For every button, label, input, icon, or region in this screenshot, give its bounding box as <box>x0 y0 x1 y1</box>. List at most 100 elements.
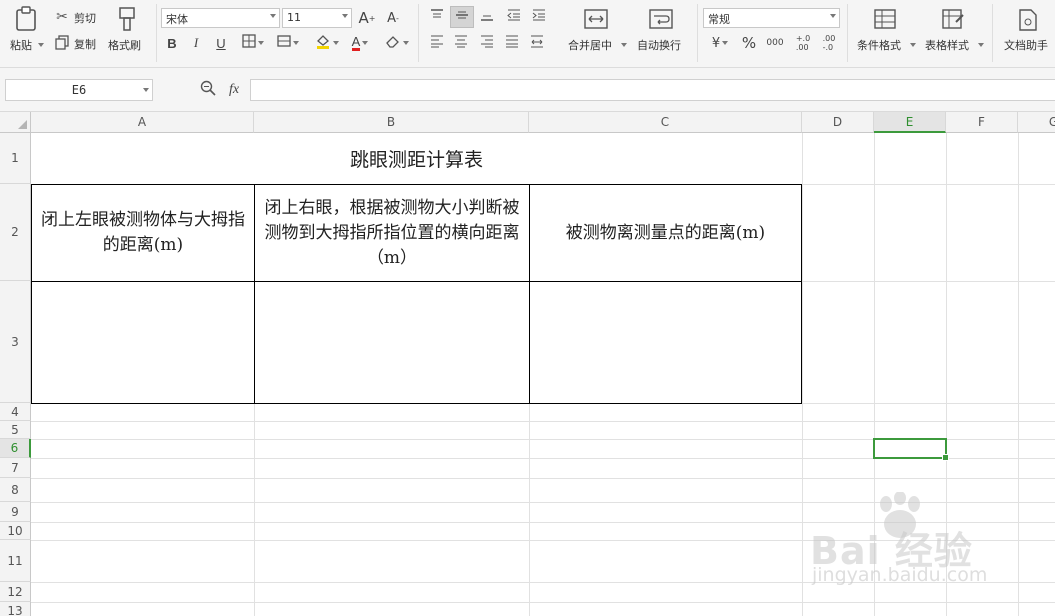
fill-color-button[interactable] <box>311 34 343 52</box>
thousands-icon: 000 <box>766 38 784 48</box>
spreadsheet-grid[interactable]: A B C D E F G 1 2 3 4 5 6 7 8 9 10 11 12… <box>0 112 1055 616</box>
table-style-button[interactable]: 表格样式 <box>922 4 984 56</box>
shrink-font-icon: A <box>387 10 396 26</box>
name-box[interactable]: E6 <box>5 79 153 101</box>
wrap-text-icon <box>649 8 673 30</box>
copy-button[interactable]: 复制 <box>54 34 102 52</box>
copy-icon <box>55 35 69 51</box>
shrink-font-button[interactable]: A- <box>383 8 403 28</box>
table-style-icon <box>941 8 965 30</box>
column-header-b[interactable]: B <box>254 112 529 133</box>
font-size-select[interactable]: 11 <box>282 8 352 28</box>
percent-button[interactable]: % <box>738 33 760 53</box>
wrap-text-button[interactable]: 自动换行 <box>634 4 690 56</box>
align-bottom-icon <box>480 8 494 26</box>
column-header-c[interactable]: C <box>529 112 802 133</box>
decrease-indent-button[interactable] <box>503 6 525 28</box>
row-header-12[interactable]: 12 <box>0 582 31 602</box>
paste-icon <box>14 6 38 32</box>
italic-button[interactable]: I <box>187 34 205 52</box>
clear-button[interactable] <box>383 34 411 52</box>
align-top-button[interactable] <box>426 6 448 28</box>
grow-font-button[interactable]: A + <box>357 8 377 28</box>
row-header-6[interactable]: 6 <box>0 439 31 458</box>
cell-style-icon <box>277 34 291 52</box>
underline-button[interactable]: U <box>212 34 230 52</box>
cell-style-button[interactable] <box>273 34 303 52</box>
name-box-value: E6 <box>71 83 87 97</box>
merge-center-label: 合并居中 <box>568 39 612 52</box>
borders-icon <box>242 34 256 52</box>
row-header-13[interactable]: 13 <box>0 602 31 616</box>
row-header-1[interactable]: 1 <box>0 133 31 184</box>
merge-icon <box>584 8 608 30</box>
row-header-8[interactable]: 8 <box>0 478 31 502</box>
sheet-title-cell[interactable]: 跳眼测距计算表 <box>31 133 802 184</box>
header-text-c2: 被测物离测量点的距离(m) <box>565 222 766 243</box>
distributed-align-button[interactable] <box>526 32 548 54</box>
merge-center-button[interactable]: 合并居中 <box>564 4 627 56</box>
align-left-button[interactable] <box>426 32 448 54</box>
conditional-format-button[interactable]: 条件格式 <box>854 4 916 56</box>
cut-button[interactable]: ✂ 剪切 <box>54 8 102 26</box>
row-header-10[interactable]: 10 <box>0 522 31 540</box>
header-cell-b2[interactable]: 闭上右眼，根据被测物大小判断被测物到大拇指所指位置的横向距离（m） <box>254 184 530 282</box>
select-all-corner[interactable] <box>0 112 31 133</box>
font-color-button[interactable]: A <box>346 34 374 52</box>
thousands-button[interactable]: 000 <box>764 33 786 53</box>
currency-icon: ¥ <box>711 35 721 51</box>
font-name-select[interactable]: 宋体 <box>161 8 280 28</box>
column-header-g[interactable]: G <box>1018 112 1055 133</box>
header-cell-c2[interactable]: 被测物离测量点的距离(m) <box>529 184 802 282</box>
copy-label: 复制 <box>74 38 96 51</box>
zoom-search-button[interactable] <box>199 80 217 100</box>
scissors-icon: ✂ <box>56 9 68 25</box>
formula-input[interactable] <box>250 79 1055 101</box>
align-right-button[interactable] <box>476 32 498 54</box>
row-header-4[interactable]: 4 <box>0 403 31 421</box>
data-cell-a3[interactable] <box>31 281 255 404</box>
doc-assistant-button[interactable]: 文档助手 <box>1000 4 1055 56</box>
row-header-5[interactable]: 5 <box>0 421 31 439</box>
brush-icon <box>115 6 139 32</box>
row-header-9[interactable]: 9 <box>0 502 31 522</box>
font-size-value: 11 <box>287 11 301 24</box>
number-format-select[interactable]: 常规 <box>703 8 840 28</box>
paste-label: 粘贴 <box>10 39 32 52</box>
row-header-2[interactable]: 2 <box>0 184 31 281</box>
data-cell-b3[interactable] <box>254 281 530 404</box>
header-text-b2: 闭上右眼，根据被测物大小判断被测物到大拇指所指位置的横向距离（m） <box>264 197 520 268</box>
align-middle-button[interactable] <box>450 6 474 28</box>
italic-icon: I <box>193 35 199 50</box>
currency-button[interactable]: ¥ <box>705 33 735 53</box>
selected-cell-e6[interactable] <box>873 438 949 461</box>
column-header-d[interactable]: D <box>802 112 874 133</box>
increase-decimal-button[interactable]: +.0.00 <box>792 33 814 53</box>
percent-icon: % <box>741 34 757 52</box>
increase-indent-button[interactable] <box>528 6 550 28</box>
borders-button[interactable] <box>238 34 268 52</box>
number-format-value: 常规 <box>708 13 730 26</box>
ribbon-toolbar: 粘贴 ✂ 剪切 复制 格式刷 宋体 11 A + A- B I U A 合并居中… <box>0 0 1055 68</box>
data-cell-c3[interactable] <box>529 281 802 404</box>
sheet-title: 跳眼测距计算表 <box>349 149 483 171</box>
bold-button[interactable]: B <box>163 34 181 52</box>
header-cell-a2[interactable]: 闭上左眼被测物体与大拇指的距离(m) <box>31 184 255 282</box>
format-painter-button[interactable]: 格式刷 <box>106 4 148 56</box>
column-header-a[interactable]: A <box>31 112 254 133</box>
insert-function-button[interactable]: fx <box>224 80 244 100</box>
align-right-icon <box>480 34 494 52</box>
watermark: Bai 经验 jingyan.baidu.com <box>810 491 1050 602</box>
justify-button[interactable] <box>501 32 523 54</box>
align-bottom-button[interactable] <box>476 6 498 28</box>
row-header-3[interactable]: 3 <box>0 281 31 403</box>
wrap-text-label: 自动换行 <box>637 39 681 52</box>
column-header-e[interactable]: E <box>874 112 946 133</box>
decrease-decimal-button[interactable]: .00 -.0 <box>818 33 840 53</box>
column-header-f[interactable]: F <box>946 112 1018 133</box>
paste-button[interactable]: 粘贴 <box>8 4 44 56</box>
align-center-button[interactable] <box>450 32 472 54</box>
row-header-11[interactable]: 11 <box>0 540 31 582</box>
row-header-7[interactable]: 7 <box>0 458 31 478</box>
align-top-icon <box>430 8 444 26</box>
